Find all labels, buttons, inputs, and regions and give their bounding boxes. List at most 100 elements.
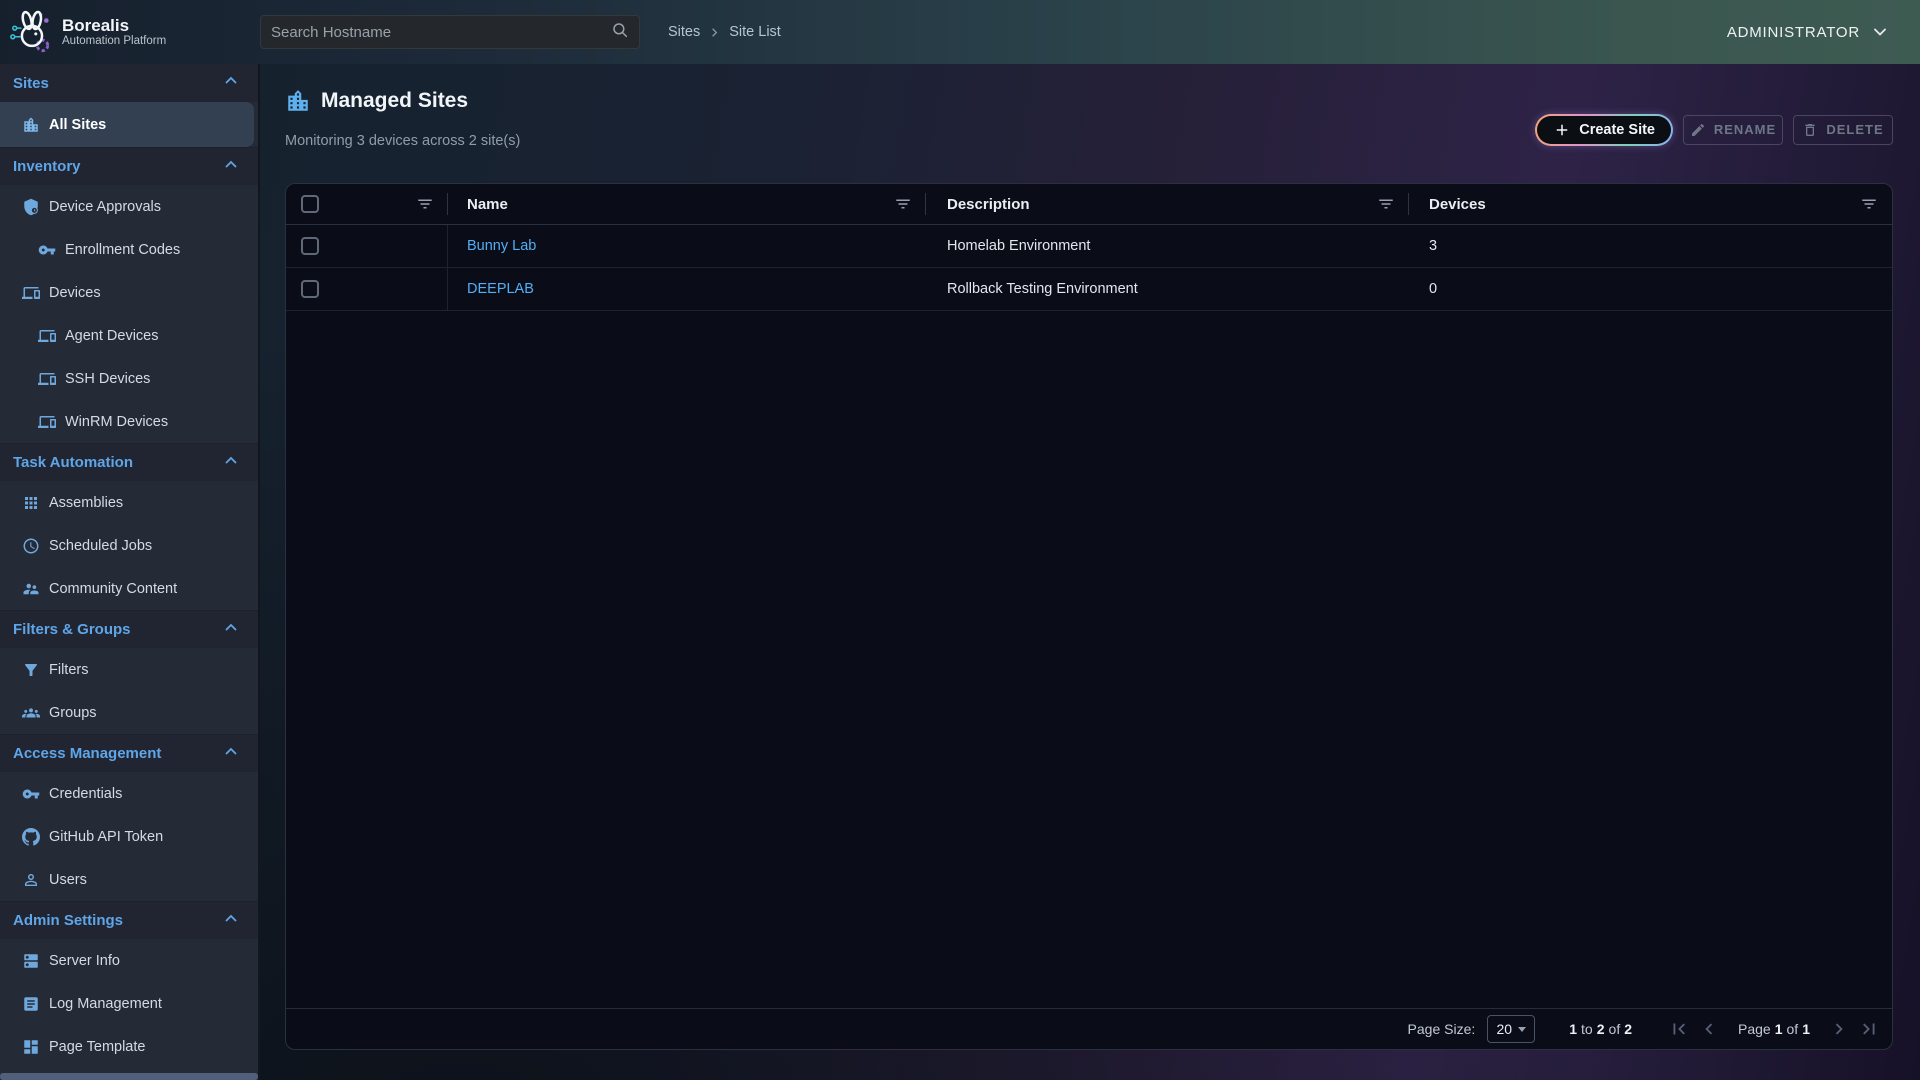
sites-table: Name Description Devices (285, 183, 1893, 1050)
item-label: Community Content (49, 581, 177, 597)
chevron-down-icon (1870, 22, 1890, 42)
table-row[interactable]: DEEPLAB Rollback Testing Environment 0 (286, 268, 1892, 311)
pagination-controls: Page1of1 (1668, 1018, 1880, 1040)
search-icon[interactable] (611, 21, 629, 44)
item-label: WinRM Devices (65, 414, 168, 430)
filter-list-icon[interactable] (1860, 195, 1878, 213)
sidebar-item-credentials[interactable]: Credentials (0, 772, 258, 815)
caret-down-icon (1518, 1027, 1526, 1032)
page-indicator: Page1of1 (1738, 1021, 1810, 1037)
delete-button[interactable]: DELETE (1793, 115, 1893, 145)
filter-list-icon[interactable] (416, 195, 434, 213)
sidebar-item-community-content[interactable]: Community Content (0, 567, 258, 610)
filter-list-icon[interactable] (1377, 195, 1395, 213)
sidebar-item-groups[interactable]: Groups (0, 691, 258, 734)
item-label: Device Approvals (49, 199, 161, 215)
item-label: Scheduled Jobs (49, 538, 152, 554)
sidebar-item-server-info[interactable]: Server Info (0, 939, 258, 982)
devices-icon (38, 413, 56, 431)
column-header-devices[interactable]: Devices (1429, 196, 1486, 213)
table-header-row: Name Description Devices (286, 184, 1892, 225)
chevron-up-icon (222, 619, 240, 641)
create-site-button[interactable]: Create Site (1535, 114, 1673, 146)
item-label: Agent Devices (65, 328, 159, 344)
page-size-select[interactable]: 20 (1487, 1015, 1535, 1043)
pencil-icon (1690, 122, 1706, 138)
dashboard-icon (22, 1038, 40, 1056)
row-checkbox[interactable] (301, 237, 319, 255)
user-menu[interactable]: ADMINISTRATOR (1727, 22, 1920, 42)
sidebar-item-ssh-devices[interactable]: SSH Devices (0, 357, 258, 400)
page-actions: Create Site RENAME DELETE (1535, 106, 1893, 153)
sidebar-item-users[interactable]: Users (0, 858, 258, 901)
table-pagination: Page Size: 20 1to2of2 Page1of1 (286, 1008, 1892, 1049)
sidebar-section-inventory[interactable]: Inventory (0, 147, 258, 185)
first-page-icon[interactable] (1668, 1018, 1690, 1040)
rename-button[interactable]: RENAME (1683, 115, 1783, 145)
grid-icon (22, 494, 40, 512)
sidebar: Sites All Sites Inventory Device Approva… (0, 64, 260, 1080)
sidebar-section-filters-groups[interactable]: Filters & Groups (0, 610, 258, 648)
key-icon (22, 785, 40, 803)
server-icon (22, 952, 40, 970)
sidebar-item-winrm-devices[interactable]: WinRM Devices (0, 400, 258, 443)
sidebar-section-admin-settings[interactable]: Admin Settings (0, 901, 258, 939)
sidebar-item-devices[interactable]: Devices (0, 271, 258, 314)
breadcrumb-site-list[interactable]: Site List (729, 24, 781, 40)
brand: Borealis Automation Platform (0, 9, 260, 55)
next-page-icon[interactable] (1828, 1018, 1850, 1040)
hostname-search[interactable] (260, 15, 640, 49)
search-input[interactable] (271, 24, 611, 41)
sidebar-item-all-sites[interactable]: All Sites (0, 102, 254, 147)
sidebar-section-task-automation[interactable]: Task Automation (0, 443, 258, 481)
main-content: Managed Sites Monitoring 3 devices acros… (260, 64, 1920, 1080)
prev-page-icon[interactable] (1698, 1018, 1720, 1040)
item-label: Enrollment Codes (65, 242, 180, 258)
key-icon (38, 241, 56, 259)
devices-icon (38, 327, 56, 345)
select-all-checkbox[interactable] (301, 195, 319, 213)
building-icon (285, 88, 311, 114)
sidebar-item-device-approvals[interactable]: Device Approvals (0, 185, 258, 228)
chevron-up-icon (222, 910, 240, 932)
section-label: Filters & Groups (13, 621, 131, 638)
filter-list-icon[interactable] (894, 195, 912, 213)
breadcrumb-sites[interactable]: Sites (668, 24, 700, 40)
chevron-up-icon (222, 156, 240, 178)
devices-icon (38, 370, 56, 388)
column-header-description[interactable]: Description (947, 196, 1030, 213)
chevron-right-icon (707, 25, 722, 40)
item-label: SSH Devices (65, 371, 150, 387)
user-icon (22, 871, 40, 889)
column-header-name[interactable]: Name (467, 196, 508, 213)
item-label: Assemblies (49, 495, 123, 511)
row-checkbox[interactable] (301, 280, 319, 298)
delete-label: DELETE (1826, 122, 1883, 137)
item-label: GitHub API Token (49, 829, 163, 845)
site-name-link[interactable]: Bunny Lab (467, 238, 536, 254)
last-page-icon[interactable] (1858, 1018, 1880, 1040)
site-name-link[interactable]: DEEPLAB (467, 281, 534, 297)
sidebar-item-log-management[interactable]: Log Management (0, 982, 258, 1025)
sidebar-item-assemblies[interactable]: Assemblies (0, 481, 258, 524)
user-menu-label: ADMINISTRATOR (1727, 24, 1860, 41)
building-icon (22, 116, 40, 134)
sidebar-scrollbar[interactable] (0, 1073, 258, 1080)
item-label: Devices (49, 285, 101, 301)
sidebar-section-access-management[interactable]: Access Management (0, 734, 258, 772)
table-row[interactable]: Bunny Lab Homelab Environment 3 (286, 225, 1892, 268)
item-label: Filters (49, 662, 88, 678)
breadcrumb: Sites Site List (668, 24, 781, 40)
sidebar-item-scheduled-jobs[interactable]: Scheduled Jobs (0, 524, 258, 567)
brand-tagline: Automation Platform (62, 35, 166, 48)
sidebar-section-sites[interactable]: Sites (0, 64, 258, 102)
sidebar-item-page-template[interactable]: Page Template (0, 1025, 258, 1068)
devices-icon (22, 284, 40, 302)
page-size-value: 20 (1496, 1021, 1512, 1037)
item-label: Credentials (49, 786, 122, 802)
sidebar-item-github-api-token[interactable]: GitHub API Token (0, 815, 258, 858)
sidebar-item-filters[interactable]: Filters (0, 648, 258, 691)
sidebar-item-enrollment-codes[interactable]: Enrollment Codes (0, 228, 258, 271)
sidebar-item-agent-devices[interactable]: Agent Devices (0, 314, 258, 357)
shield-icon (22, 198, 40, 216)
